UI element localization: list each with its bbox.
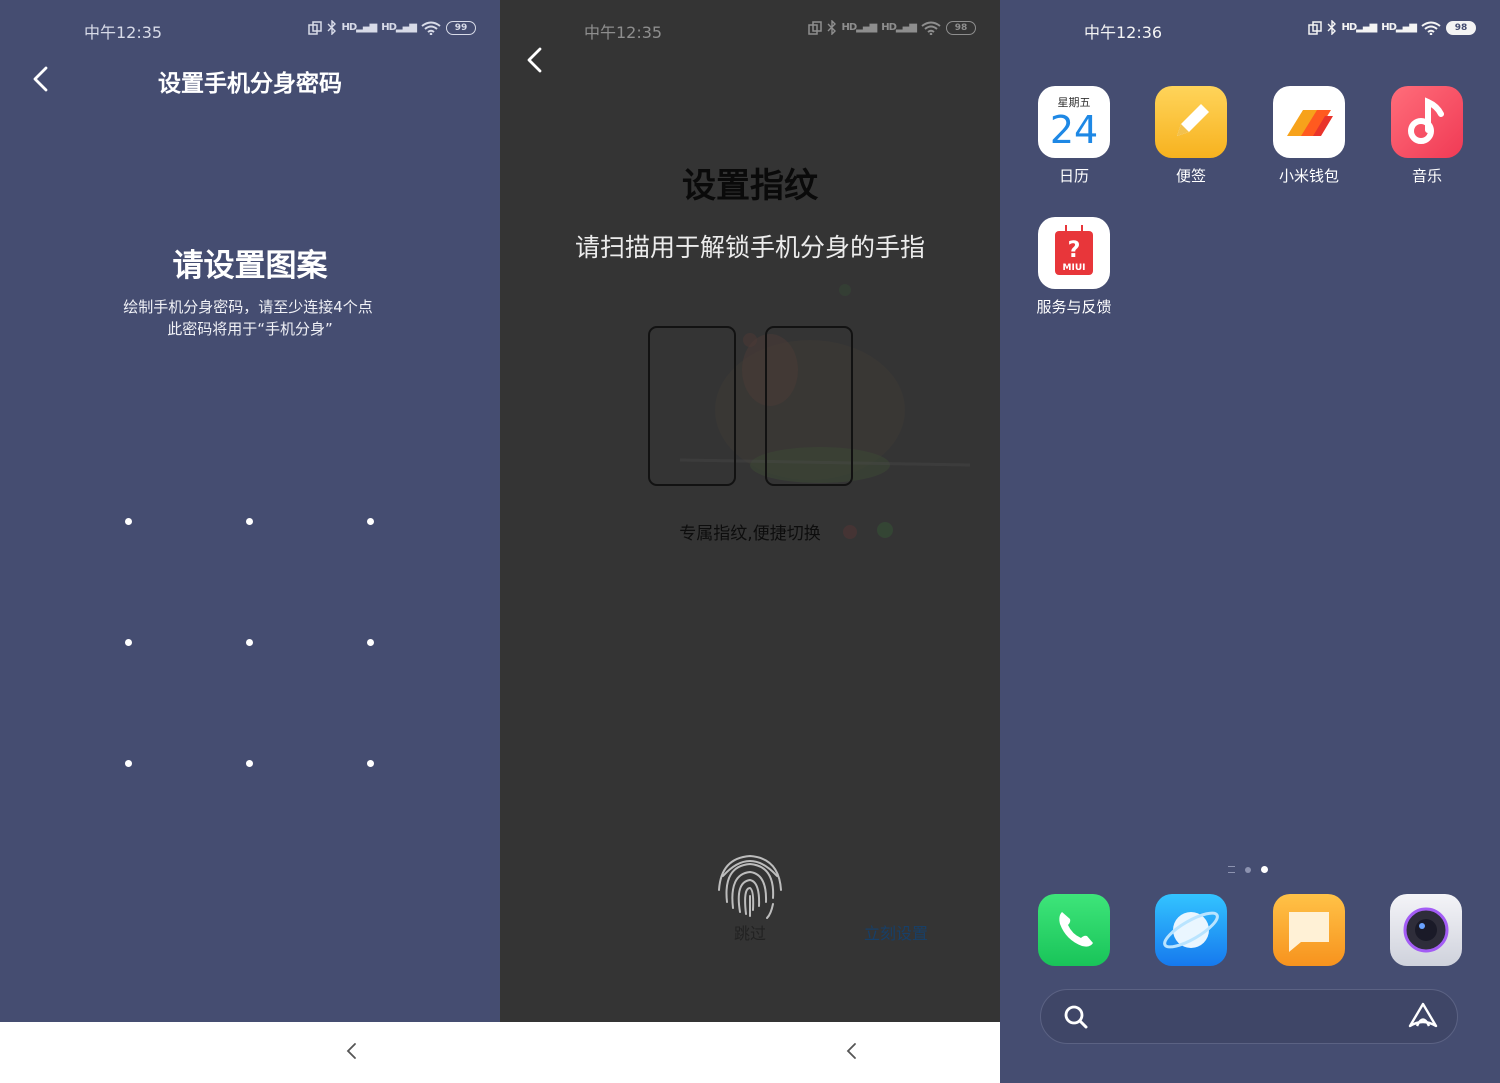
wifi-icon	[1421, 21, 1441, 35]
page-indicator-menu	[1228, 866, 1235, 873]
battery-icon: 98	[1446, 20, 1476, 35]
back-nav-icon[interactable]	[845, 1040, 859, 1062]
bluetooth-icon	[327, 20, 336, 35]
pattern-dot[interactable]	[367, 760, 374, 767]
signal-icon: HD▂▄▆	[341, 22, 378, 33]
back-arrow-icon[interactable]	[524, 45, 546, 75]
app-label: 小米钱包	[1278, 167, 1339, 185]
signal-icon-2: HD▂▄▆	[881, 22, 917, 33]
status-time: 中午12:35	[584, 23, 663, 42]
bluetooth-icon	[1327, 20, 1336, 35]
page-title: 设置手机分身密码	[158, 71, 342, 97]
app-service-feedback[interactable]: ? MIUI 服务与反馈	[1014, 217, 1134, 317]
set-now-button[interactable]: 立刻设置	[864, 920, 928, 944]
app-label: 服务与反馈	[1036, 298, 1112, 316]
navigation-bar	[500, 1022, 1000, 1083]
status-icons: HD▂▄▆ HD▂▄▆ 98	[1307, 20, 1476, 35]
messages-icon[interactable]	[1273, 894, 1345, 966]
search-bar[interactable]	[1040, 989, 1458, 1044]
page-dot	[1245, 866, 1251, 873]
wifi-icon	[921, 21, 941, 35]
page-dot-current	[1261, 866, 1268, 873]
camera-icon[interactable]	[1390, 894, 1462, 966]
wifi-icon	[421, 21, 441, 35]
status-bar: 中午12:36 HD▂▄▆ HD▂▄▆ 98	[1000, 18, 1500, 42]
dual-app-icon	[1307, 20, 1322, 35]
app-calendar[interactable]: 星期五 24 日历	[1014, 86, 1134, 186]
fingerprint-caption: 专属指纹,便捷切换	[679, 524, 821, 544]
page-title: 设置指纹	[682, 166, 818, 206]
dual-app-icon	[807, 20, 822, 35]
home-screen: 中午12:36 HD▂▄▆ HD▂▄▆ 98 星期五 24 日历 便签 小米钱包	[1000, 0, 1500, 1083]
status-time: 中午12:36	[1084, 23, 1163, 42]
search-icon[interactable]	[1063, 1004, 1089, 1030]
pattern-dot[interactable]	[246, 518, 253, 525]
phone-icon[interactable]	[1038, 894, 1110, 966]
pattern-hint-line2: 此密码将用于“手机分身”	[167, 320, 333, 338]
phone-illustration-left	[648, 326, 736, 486]
app-label: 音乐	[1411, 167, 1442, 185]
music-icon	[1391, 86, 1463, 158]
battery-icon: 98	[946, 20, 976, 35]
pattern-dot[interactable]	[125, 518, 132, 525]
battery-icon: 99	[446, 20, 476, 35]
app-wallet[interactable]: 小米钱包	[1249, 86, 1369, 186]
pattern-heading: 请设置图案	[172, 248, 328, 284]
browser-icon[interactable]	[1155, 894, 1227, 966]
pattern-dot[interactable]	[125, 760, 132, 767]
pattern-hint-line1: 绘制手机分身密码，请至少连接4个点	[123, 298, 373, 316]
signal-icon-2: HD▂▄▆	[381, 22, 417, 33]
svg-text:?: ?	[1068, 238, 1081, 263]
phone-illustration-right	[765, 326, 853, 486]
skip-button[interactable]: 跳过	[718, 920, 782, 944]
service-feedback-icon: ? MIUI	[1038, 217, 1110, 289]
calendar-icon: 星期五 24	[1038, 86, 1110, 158]
bluetooth-icon	[827, 20, 836, 35]
pattern-setup-screen: 中午12:35 HD▂▄▆ HD▂▄▆ 99 设置手机分身密码 请设置图案 绘制…	[0, 0, 500, 1083]
app-music[interactable]: 音乐	[1367, 86, 1487, 186]
app-label: 便签	[1175, 167, 1206, 185]
fingerprint-icon	[718, 854, 782, 919]
pattern-dot[interactable]	[246, 760, 253, 767]
pattern-dot[interactable]	[125, 639, 132, 646]
pattern-dot[interactable]	[367, 639, 374, 646]
fingerprint-instruction: 请扫描用于解锁手机分身的手指	[574, 233, 925, 262]
notes-icon	[1155, 86, 1227, 158]
assistant-icon[interactable]	[1407, 1001, 1439, 1031]
signal-icon: HD▂▄▆	[841, 22, 878, 33]
navigation-bar	[0, 1022, 500, 1083]
miui-badge: MIUI	[1062, 263, 1086, 273]
back-nav-icon[interactable]	[345, 1040, 359, 1062]
status-bar: 中午12:35 HD▂▄▆ HD▂▄▆ 98	[500, 18, 1000, 42]
status-icons: HD▂▄▆ HD▂▄▆ 99	[307, 20, 476, 35]
fingerprint-setup-screen: 中午12:35 HD▂▄▆ HD▂▄▆ 98 设置指纹 请扫描用于解锁手机分身的…	[500, 0, 1000, 1083]
wallet-icon	[1273, 86, 1345, 158]
app-notes[interactable]: 便签	[1131, 86, 1251, 186]
pattern-dot[interactable]	[246, 639, 253, 646]
status-icons: HD▂▄▆ HD▂▄▆ 98	[807, 20, 976, 35]
app-label: 日历	[1058, 167, 1089, 185]
pattern-dot[interactable]	[367, 518, 374, 525]
dual-app-icon	[307, 20, 322, 35]
signal-icon-2: HD▂▄▆	[1381, 22, 1417, 33]
page-indicator	[1228, 866, 1268, 873]
status-bar: 中午12:35 HD▂▄▆ HD▂▄▆ 99	[0, 18, 500, 42]
signal-icon: HD▂▄▆	[1341, 22, 1378, 33]
calendar-day: 24	[1049, 108, 1099, 152]
status-time: 中午12:35	[84, 23, 163, 42]
